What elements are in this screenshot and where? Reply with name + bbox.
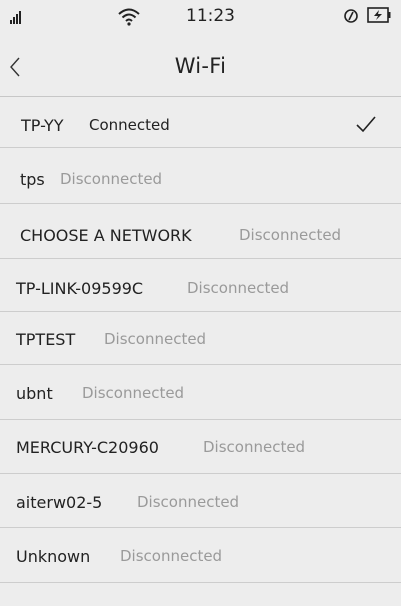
network-name: aiterw02-5 [16,493,103,512]
network-name: ubnt [16,384,53,403]
network-status: Disconnected [137,493,240,511]
network-row-tps[interactable]: tps Disconnected [0,148,401,204]
signal-icon [10,10,26,24]
network-status: Connected [89,116,170,134]
header: Wi-Fi [0,36,401,97]
checkmark-icon [356,116,376,133]
network-name: MERCURY-C20960 [16,438,159,457]
clock: 11:23 [186,6,235,26]
wifi-settings-screen: 11:23 Wi-Fi TP-YY Connected tps Disconne… [0,0,401,606]
alarm-icon [344,9,358,23]
wifi-icon [118,8,140,26]
network-name: CHOOSE A NETWORK [20,226,192,245]
page-title: Wi-Fi [174,54,227,78]
battery-charging-icon [367,7,391,23]
network-name: TP-YY [21,116,64,135]
network-row-aiterw02-5[interactable]: aiterw02-5 Disconnected [0,474,401,528]
network-status: Disconnected [82,384,185,402]
network-row-choose-a-network[interactable]: CHOOSE A NETWORK Disconnected [0,204,401,259]
network-row-unknown[interactable]: Unknown Disconnected [0,528,401,583]
network-name: TPTEST [16,330,76,349]
network-status: Disconnected [104,330,207,348]
network-name: tps [20,170,45,189]
network-row-tp-link-09599c[interactable]: TP-LINK-09599C Disconnected [0,259,401,312]
network-name: Unknown [16,547,91,566]
network-status: Disconnected [203,438,306,456]
network-status: Disconnected [239,226,342,244]
network-status: Disconnected [187,279,290,297]
network-status: Disconnected [60,170,163,188]
network-row-tptest[interactable]: TPTEST Disconnected [0,312,401,365]
network-row-ubnt[interactable]: ubnt Disconnected [0,365,401,420]
network-list: TP-YY Connected tps Disconnected CHOOSE … [0,97,401,583]
network-row-mercury-c20960[interactable]: MERCURY-C20960 Disconnected [0,420,401,474]
network-status: Disconnected [120,547,223,565]
network-name: TP-LINK-09599C [16,279,144,298]
network-row-tp-yy[interactable]: TP-YY Connected [0,97,401,148]
status-bar: 11:23 [0,0,401,36]
